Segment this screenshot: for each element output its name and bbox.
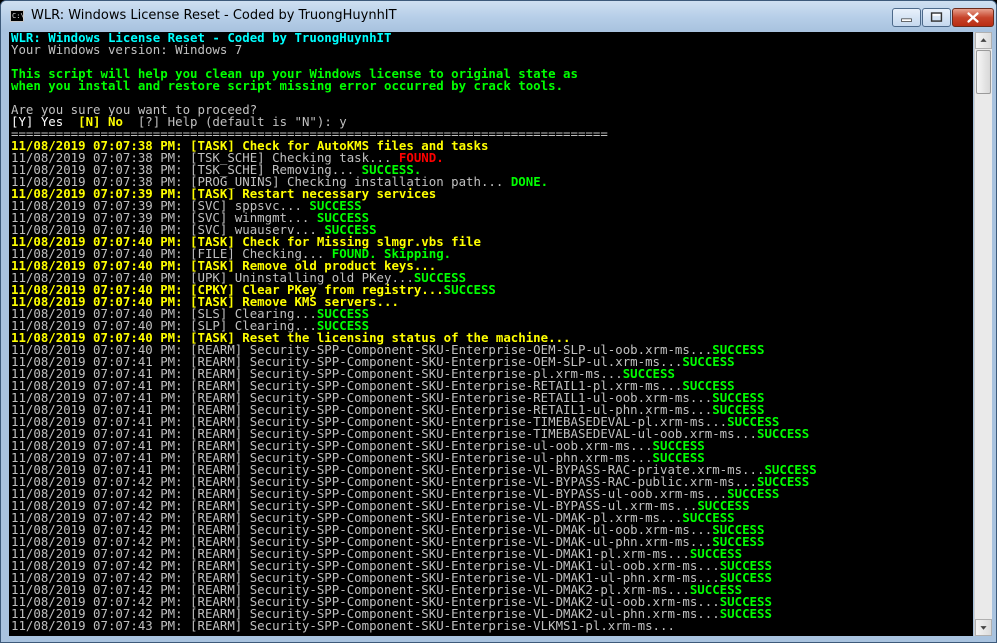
console-line: 11/08/2019 07:07:43 PM: [REARM] Security…	[11, 618, 817, 633]
console-icon[interactable]: C:\	[10, 10, 25, 22]
arrow-down-icon	[980, 626, 987, 630]
console-text: SUCCESS	[756, 426, 810, 441]
scroll-thumb[interactable]	[976, 50, 991, 94]
console-window: C:\ WLR: Windows License Reset - Coded b…	[0, 0, 997, 643]
close-button[interactable]	[952, 8, 994, 27]
console-text: SUCCESS	[719, 606, 772, 621]
scroll-down-button[interactable]	[975, 619, 992, 636]
minimize-button[interactable]	[892, 8, 921, 27]
console-text: 11/08/2019 07:07:43 PM: [REARM] Security…	[11, 618, 675, 633]
console-text: SUCCESS	[682, 354, 735, 369]
scroll-up-button[interactable]	[975, 32, 992, 49]
arrow-up-icon	[980, 38, 987, 42]
minimize-icon	[901, 18, 912, 22]
console-lines: WLR: Windows License Reset - Coded by Tr…	[11, 32, 817, 632]
console-text: when you install and restore script miss…	[11, 78, 564, 93]
console-output[interactable]: WLR: Windows License Reset - Coded by Tr…	[9, 32, 973, 636]
maximize-button[interactable]	[922, 8, 951, 27]
console-line: when you install and restore script miss…	[11, 78, 817, 93]
close-icon	[967, 12, 979, 23]
vertical-scrollbar[interactable]	[974, 32, 992, 636]
window-title: WLR: Windows License Reset - Coded by Tr…	[31, 8, 397, 23]
maximize-icon	[930, 12, 943, 22]
console-text: SUCCESS	[443, 282, 496, 297]
title-bar[interactable]: C:\ WLR: Windows License Reset - Coded b…	[1, 1, 996, 31]
console-text: Your Windows version: Windows 7	[11, 42, 243, 57]
console-line: Your Windows version: Windows 7	[11, 42, 817, 57]
console-text: DONE.	[510, 174, 549, 189]
